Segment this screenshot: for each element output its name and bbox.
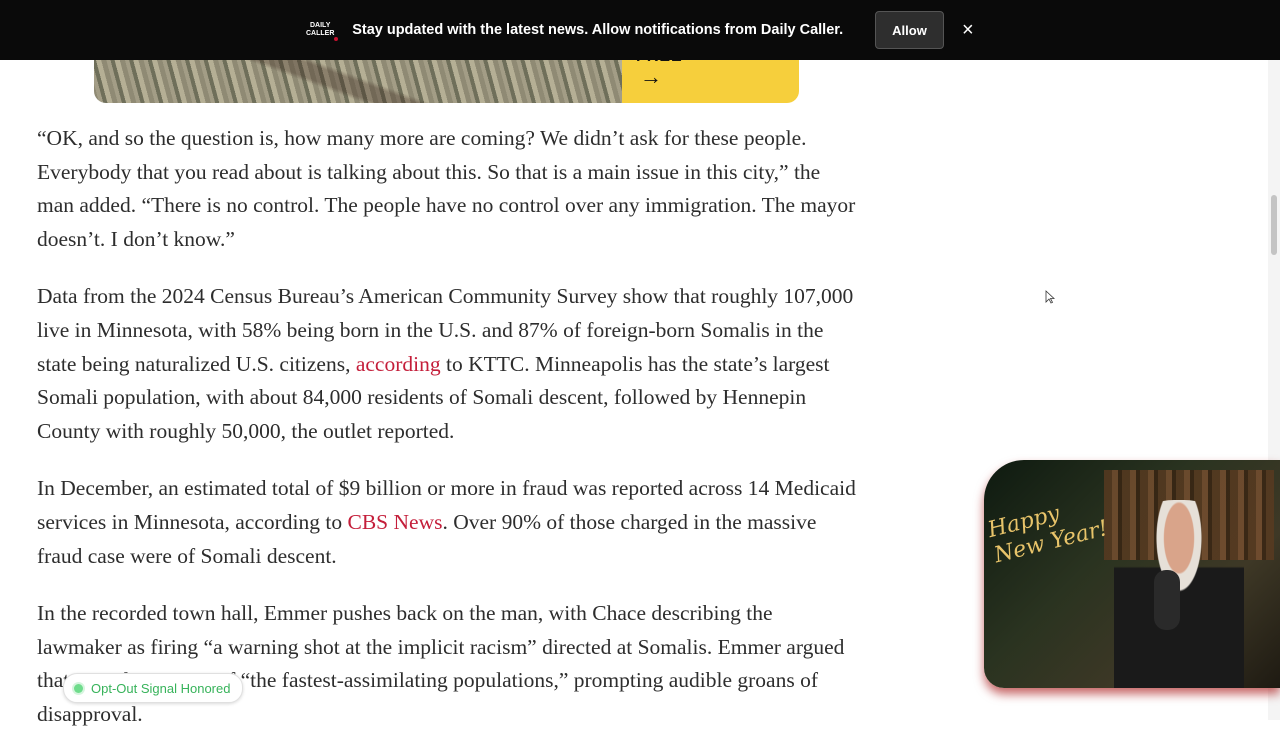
according-link[interactable]: according <box>356 352 441 376</box>
logo-dot <box>334 37 339 41</box>
logo-line1: DAILY <box>310 22 331 29</box>
logo-line2: CALLER <box>305 30 335 37</box>
article-paragraph: In December, an estimated total of $9 bi… <box>37 472 857 573</box>
article-paragraph: “OK, and so the question is, how many mo… <box>37 126 856 251</box>
allow-notifications-button[interactable]: Allow <box>875 11 944 49</box>
daily-caller-logo: DAILY CALLER <box>304 17 339 43</box>
arrow-right-icon: → <box>640 64 662 89</box>
microphone-icon <box>1154 570 1180 630</box>
notification-message: Stay updated with the latest news. Allow… <box>352 22 844 38</box>
article-body: “OK, and so the question is, how many mo… <box>37 122 857 756</box>
notification-content: DAILY CALLER Stay updated with the lates… <box>304 11 976 49</box>
scrollbar-thumb[interactable] <box>1271 195 1277 255</box>
opt-out-label: Opt-Out Signal Honored <box>91 680 231 696</box>
floating-video-player[interactable]: Happy New Year! <box>984 460 1280 688</box>
article-paragraph: In the recorded town hall, Emmer pushes … <box>37 601 845 726</box>
notification-bar: DAILY CALLER Stay updated with the lates… <box>0 0 1280 60</box>
close-icon[interactable]: × <box>960 19 976 42</box>
opt-out-badge[interactable]: Opt-Out Signal Honored <box>63 673 244 703</box>
article-paragraph: Data from the 2024 Census Bureau’s Ameri… <box>37 280 857 448</box>
status-dot-icon <box>74 683 83 693</box>
video-overlay-text: Happy New Year! <box>985 491 1110 570</box>
cbs-news-link[interactable]: CBS News <box>347 510 442 534</box>
mouse-cursor-icon <box>1045 290 1055 304</box>
